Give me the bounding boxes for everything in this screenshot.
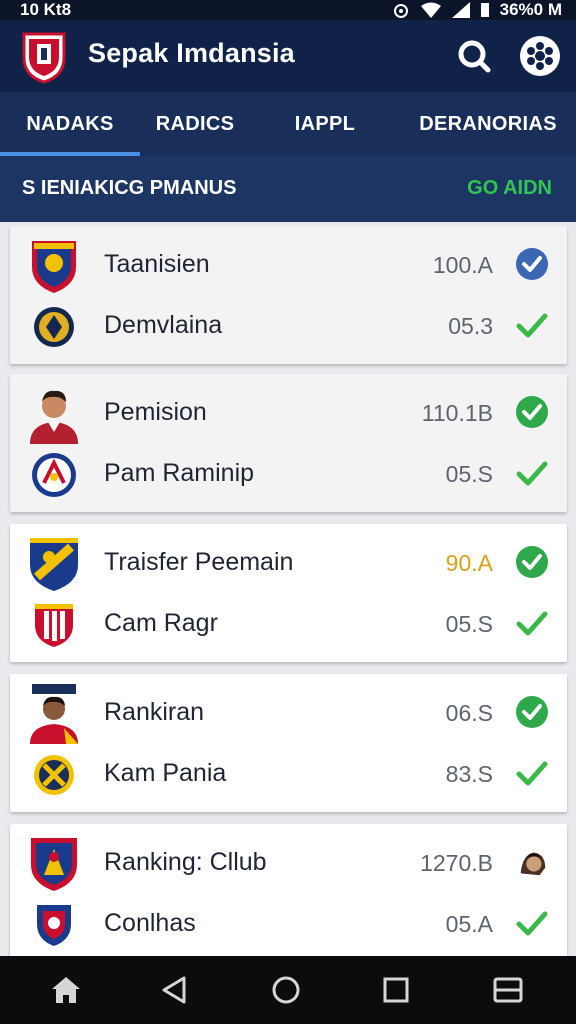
- list-item[interactable]: Rankiran 06.S: [10, 682, 567, 744]
- green-check-circle-icon[interactable]: [515, 695, 549, 729]
- round-crest-icon: [26, 299, 82, 355]
- blue-check-circle-icon[interactable]: [515, 247, 549, 281]
- signal-icon: [451, 2, 470, 18]
- home-icon: [52, 977, 80, 1003]
- nav-back-button[interactable]: [154, 972, 194, 1008]
- section-action-link[interactable]: GO AIDN: [467, 177, 552, 200]
- player-portrait-icon: [26, 684, 82, 744]
- item-value: 110.1B: [421, 400, 493, 426]
- shield-crest-icon: [26, 597, 82, 653]
- round-crest-icon: [26, 447, 82, 503]
- item-name: Traisfer Peemain: [104, 548, 294, 576]
- tab-nadaks[interactable]: NADAKS: [0, 92, 140, 156]
- gear-icon: [520, 36, 560, 76]
- item-value: 06.S: [445, 700, 493, 726]
- tab-deranorias[interactable]: DERANORIAS: [400, 92, 576, 156]
- tab-iappl[interactable]: IAPPL: [250, 92, 400, 156]
- item-value: 05.S: [445, 461, 493, 487]
- item-value: 05.A: [445, 911, 493, 937]
- list-card[interactable]: Pemision 110.1B Pam Raminip 05.S: [10, 374, 567, 512]
- list-item[interactable]: Cam Ragr 05.S: [10, 593, 567, 653]
- wifi-icon: [420, 2, 441, 18]
- tab-label: IAPPL: [294, 112, 356, 135]
- list-card[interactable]: Taanisien 100.A Demvlaina 05.3: [10, 226, 567, 364]
- back-icon: [162, 976, 186, 1004]
- recents-icon: [383, 977, 409, 1003]
- app-bar: Sepak Imdansia: [0, 20, 576, 92]
- shield-crest-icon: [26, 836, 82, 892]
- item-name: Demvlaina: [104, 311, 223, 339]
- green-check-icon[interactable]: [515, 456, 549, 490]
- green-check-icon[interactable]: [515, 606, 549, 640]
- item-name: Pemision: [104, 398, 207, 426]
- section-header: S IENIAKICG PMANUS GO AIDN: [0, 156, 576, 222]
- list-item[interactable]: Ranking: Cllub 1270.B: [10, 832, 567, 892]
- search-icon: [458, 40, 491, 73]
- status-bar: 10 Kt8 36%0 M: [0, 0, 576, 20]
- item-name: Conlhas: [104, 909, 196, 937]
- item-value: 90.A: [445, 550, 493, 576]
- settings-button[interactable]: [518, 34, 562, 78]
- list-item[interactable]: Taanisien 100.A: [10, 234, 567, 294]
- tab-bar: NADAKS RADICS IAPPL DERANORIAS: [0, 92, 576, 156]
- list-item[interactable]: Traisfer Peemain 90.A: [10, 532, 567, 592]
- list-item[interactable]: Kam Pania 83.S: [10, 743, 567, 803]
- item-name: Taanisien: [104, 250, 210, 278]
- player-avatar-icon[interactable]: [515, 845, 549, 879]
- club-logo-icon[interactable]: [20, 30, 68, 84]
- tab-label: DERANORIAS: [419, 112, 557, 135]
- app-title: Sepak Imdansia: [88, 38, 295, 68]
- list-item[interactable]: Pam Raminip 05.S: [10, 443, 567, 503]
- nav-menu-button[interactable]: [488, 972, 528, 1008]
- tab-radics[interactable]: RADICS: [140, 92, 250, 156]
- item-name: Pam Raminip: [104, 459, 255, 487]
- player-portrait-icon: [26, 386, 82, 444]
- battery-icon: [480, 3, 489, 17]
- list-item[interactable]: Demvlaina 05.3: [10, 295, 567, 355]
- item-name: Ranking: Cllub: [104, 848, 267, 876]
- status-battery-text: 36%0 M: [499, 0, 562, 19]
- nav-recents-button[interactable]: [376, 972, 416, 1008]
- item-name: Cam Ragr: [104, 609, 218, 637]
- alarm-icon: [393, 4, 408, 18]
- shield-crest-icon: [26, 897, 82, 953]
- item-value: 83.S: [445, 761, 493, 787]
- tab-label: RADICS: [155, 112, 235, 135]
- item-value: 100.A: [432, 252, 493, 278]
- section-title: S IENIAKICG PMANUS: [22, 177, 237, 199]
- item-value: 05.3: [448, 313, 493, 339]
- circle-home-icon: [272, 976, 300, 1004]
- list-card[interactable]: Ranking: Cllub 1270.B Conlhas 05.A: [10, 824, 567, 956]
- status-icons: 36%0 M: [392, 0, 562, 20]
- list-card[interactable]: Rankiran 06.S Kam Pania 83.S: [10, 674, 567, 812]
- item-name: Kam Pania: [104, 759, 227, 787]
- shield-crest-icon: [26, 238, 82, 294]
- round-crest-icon: [26, 747, 82, 803]
- green-check-icon[interactable]: [515, 308, 549, 342]
- status-time: 10 Kt8: [20, 0, 72, 19]
- nav-overview-button[interactable]: [266, 972, 306, 1008]
- item-value: 1270.B: [420, 850, 493, 876]
- item-name: Rankiran: [104, 698, 205, 726]
- nav-home-button[interactable]: [46, 972, 86, 1008]
- list-item[interactable]: Conlhas 05.A: [10, 893, 567, 953]
- list-item[interactable]: Pemision 110.1B: [10, 382, 567, 444]
- system-nav-bar: [0, 956, 576, 1024]
- green-check-icon[interactable]: [515, 756, 549, 790]
- green-check-circle-icon[interactable]: [515, 395, 549, 429]
- green-check-circle-icon[interactable]: [515, 545, 549, 579]
- tab-label: NADAKS: [26, 112, 114, 135]
- green-check-icon[interactable]: [515, 906, 549, 940]
- search-button[interactable]: [452, 34, 496, 78]
- shield-crest-icon: [26, 536, 82, 592]
- menu-icon: [493, 977, 523, 1003]
- list-card[interactable]: Traisfer Peemain 90.A Cam Ragr 05.S: [10, 524, 567, 662]
- item-value: 05.S: [445, 611, 493, 637]
- ranking-list: Taanisien 100.A Demvlaina 05.3 Pemision …: [0, 222, 576, 956]
